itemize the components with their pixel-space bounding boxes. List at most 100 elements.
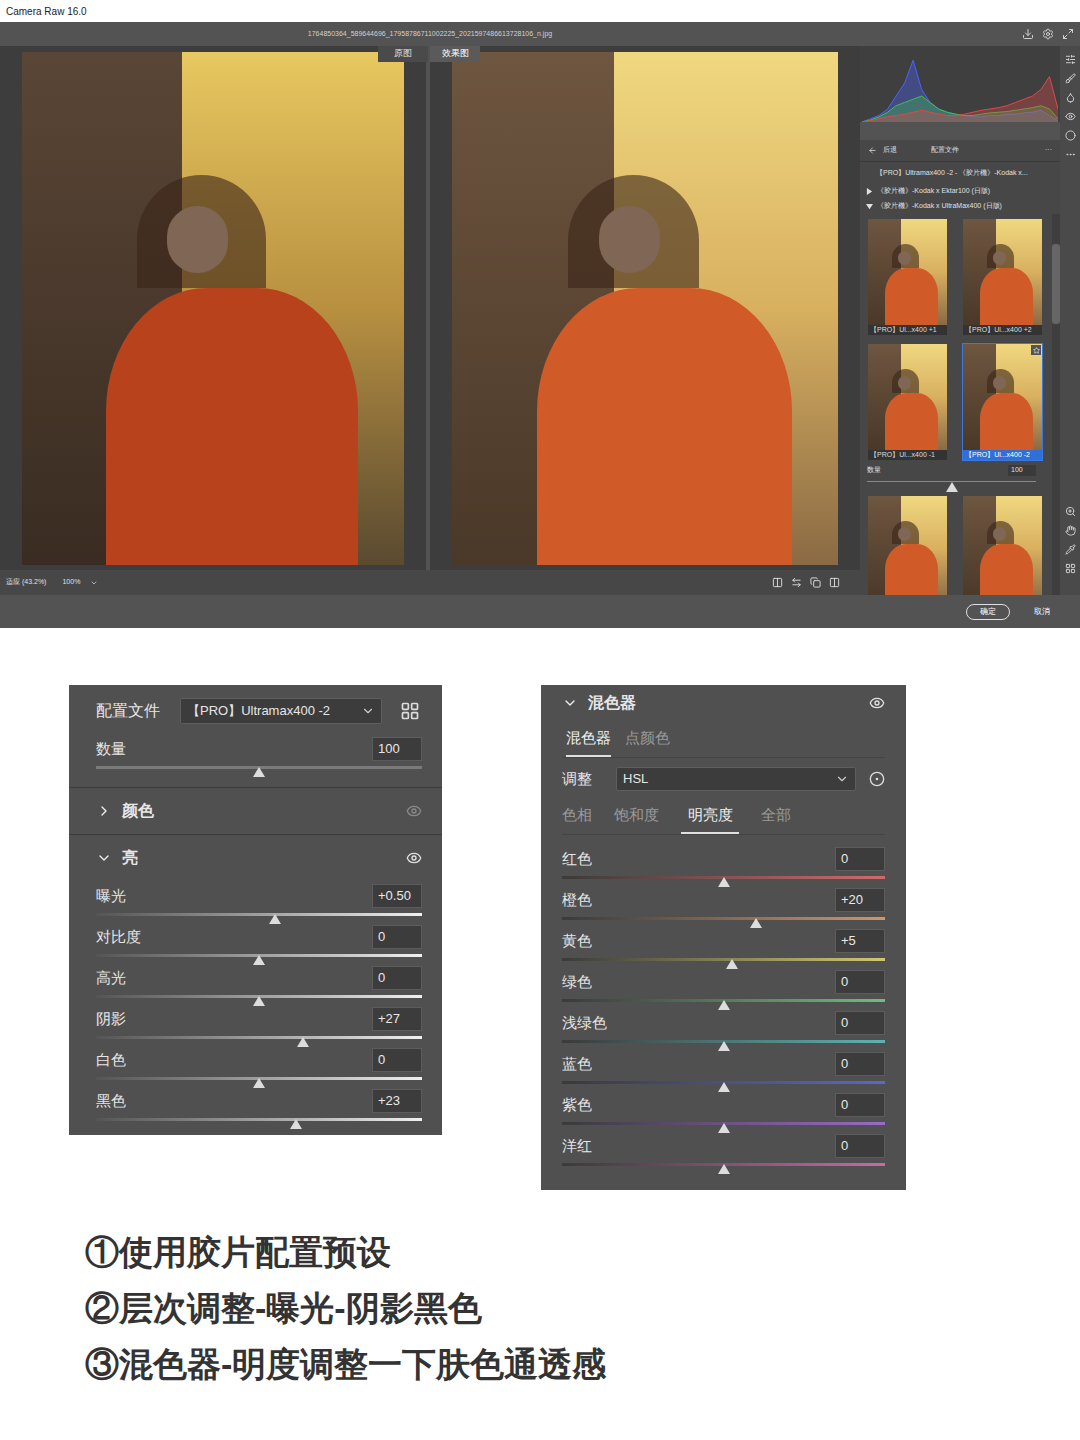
mixer-slider[interactable] bbox=[562, 1038, 885, 1052]
mixer-value-field[interactable]: 0 bbox=[835, 1134, 885, 1158]
mixer-subtab[interactable]: 饱和度 bbox=[614, 798, 659, 834]
slider-thumb-icon[interactable] bbox=[253, 996, 265, 1006]
slider-thumb-icon[interactable] bbox=[946, 482, 958, 492]
profile-dropdown[interactable]: 【PRO】Ultramax400 -2 bbox=[180, 698, 382, 724]
scrollbar[interactable] bbox=[1052, 214, 1060, 595]
color-sampler-icon[interactable] bbox=[1065, 544, 1076, 555]
light-slider[interactable] bbox=[96, 911, 422, 925]
red-eye-icon[interactable] bbox=[1065, 111, 1076, 122]
expanded-chevron-icon[interactable] bbox=[96, 850, 112, 866]
mixer-value-field[interactable]: +20 bbox=[835, 888, 885, 912]
light-slider[interactable] bbox=[96, 1034, 422, 1048]
profile-thumbnail[interactable]: 【PRO】Ul...x400 -2 bbox=[962, 343, 1043, 461]
zoom-icon[interactable] bbox=[1065, 506, 1076, 517]
panel-section[interactable]: 颜色 bbox=[96, 788, 422, 834]
target-adjust-icon[interactable] bbox=[869, 771, 885, 787]
mixer-subtab[interactable]: 色相 bbox=[562, 798, 592, 834]
back-button[interactable]: 后退 bbox=[883, 145, 897, 156]
visibility-eye-icon[interactable] bbox=[406, 803, 422, 819]
grid-icon[interactable] bbox=[1065, 563, 1076, 574]
amount-slider[interactable] bbox=[867, 479, 1036, 493]
slider-value-field[interactable]: 0 bbox=[372, 925, 422, 949]
healing-brush-icon[interactable] bbox=[1065, 73, 1076, 84]
collapsed-triangle-icon[interactable] bbox=[866, 188, 873, 195]
expanded-chevron-icon[interactable] bbox=[562, 695, 578, 711]
expanded-triangle-icon[interactable] bbox=[866, 203, 873, 210]
presets-icon[interactable] bbox=[1065, 130, 1076, 141]
slider-thumb-icon[interactable] bbox=[253, 767, 265, 777]
profile-thumbnail[interactable]: 【PRO】Ul...x400 +2 bbox=[962, 218, 1043, 336]
adjust-dropdown[interactable]: HSL bbox=[616, 767, 856, 791]
mixer-subtab[interactable]: 全部 bbox=[761, 798, 791, 834]
slider-value-field[interactable]: +23 bbox=[372, 1089, 422, 1113]
save-icon[interactable] bbox=[1022, 28, 1034, 40]
amount-field[interactable]: 100 bbox=[372, 737, 422, 761]
mixer-value-field[interactable]: 0 bbox=[835, 847, 885, 871]
slider-thumb-icon[interactable] bbox=[253, 1078, 265, 1088]
profile-thumbnail[interactable] bbox=[867, 495, 948, 596]
compare-icon[interactable] bbox=[772, 577, 783, 588]
hand-icon[interactable] bbox=[1065, 525, 1076, 536]
more-button[interactable]: ··· bbox=[1045, 145, 1052, 156]
profile-thumbnail[interactable]: 【PRO】Ul...x400 +1 bbox=[867, 218, 948, 336]
profile-thumbnail[interactable] bbox=[962, 495, 1043, 596]
copy-settings-icon[interactable] bbox=[810, 577, 821, 588]
slider-thumb-icon[interactable] bbox=[269, 914, 281, 924]
zoom-level[interactable]: 100% bbox=[62, 577, 80, 588]
profile-browser-icon[interactable] bbox=[400, 701, 420, 721]
mixer-slider[interactable] bbox=[562, 915, 885, 929]
slider-thumb-icon[interactable] bbox=[290, 1119, 302, 1129]
slider-value-field[interactable]: +27 bbox=[372, 1007, 422, 1031]
swap-icon[interactable] bbox=[791, 577, 802, 588]
favorite-star-icon[interactable] bbox=[1033, 347, 1040, 354]
view-tab[interactable]: 效果图 bbox=[430, 46, 480, 62]
profile-group[interactable]: 《胶片機》-Kodak x Ektar100 (日版) bbox=[860, 184, 1060, 199]
slider-value-field[interactable]: +0.50 bbox=[372, 884, 422, 908]
slider-thumb-icon[interactable] bbox=[718, 1164, 730, 1174]
profile-group[interactable]: 《胶片機》-Kodak x UltraMax400 (日版) bbox=[860, 199, 1060, 214]
mask-icon[interactable] bbox=[1065, 92, 1076, 103]
mixer-subtab[interactable]: 明亮度 bbox=[681, 798, 739, 834]
slider-thumb-icon[interactable] bbox=[253, 955, 265, 965]
mixer-slider[interactable] bbox=[562, 1161, 885, 1175]
mixer-tab[interactable]: 点颜色 bbox=[625, 721, 670, 757]
zoom-dropdown-icon[interactable] bbox=[90, 579, 98, 587]
ok-button[interactable]: 确定 bbox=[966, 604, 1010, 620]
visibility-eye-icon[interactable] bbox=[869, 695, 885, 711]
zoom-fit[interactable]: 适应 (43.2%) bbox=[6, 577, 46, 588]
slider-thumb-icon[interactable] bbox=[718, 1041, 730, 1051]
collapsed-chevron-icon[interactable] bbox=[96, 803, 112, 819]
amount-slider[interactable] bbox=[96, 764, 422, 778]
slider-value-field[interactable]: 0 bbox=[372, 966, 422, 990]
slider-thumb-icon[interactable] bbox=[726, 959, 738, 969]
fullscreen-icon[interactable] bbox=[1062, 28, 1074, 40]
light-slider[interactable] bbox=[96, 993, 422, 1007]
light-slider[interactable] bbox=[96, 1075, 422, 1089]
mixer-value-field[interactable]: 0 bbox=[835, 1093, 885, 1117]
back-icon[interactable] bbox=[868, 146, 877, 155]
view-tab[interactable]: 原图 bbox=[378, 46, 428, 62]
slider-thumb-icon[interactable] bbox=[718, 1082, 730, 1092]
dropdown-arrow-icon[interactable] bbox=[835, 772, 849, 786]
light-slider[interactable] bbox=[96, 952, 422, 966]
mixer-value-field[interactable]: 0 bbox=[835, 1011, 885, 1035]
edit-icon[interactable] bbox=[1065, 54, 1076, 65]
dropdown-arrow-icon[interactable] bbox=[361, 704, 375, 718]
mixer-value-field[interactable]: 0 bbox=[835, 970, 885, 994]
slider-thumb-icon[interactable] bbox=[718, 1000, 730, 1010]
light-slider[interactable] bbox=[96, 1116, 422, 1130]
mixer-slider[interactable] bbox=[562, 1079, 885, 1093]
mixer-tab[interactable]: 混色器 bbox=[566, 721, 611, 757]
mixer-value-field[interactable]: 0 bbox=[835, 1052, 885, 1076]
panel-section[interactable]: 亮 bbox=[96, 835, 422, 881]
cancel-button[interactable]: 取消 bbox=[1030, 604, 1054, 620]
slider-thumb-icon[interactable] bbox=[297, 1037, 309, 1047]
mixer-value-field[interactable]: +5 bbox=[835, 929, 885, 953]
slider-thumb-icon[interactable] bbox=[718, 1123, 730, 1133]
mixer-slider[interactable] bbox=[562, 1120, 885, 1134]
slider-thumb-icon[interactable] bbox=[718, 877, 730, 887]
mixer-slider[interactable] bbox=[562, 956, 885, 970]
mixer-slider[interactable] bbox=[562, 997, 885, 1011]
slider-value-field[interactable]: 0 bbox=[372, 1048, 422, 1072]
mixer-slider[interactable] bbox=[562, 874, 885, 888]
